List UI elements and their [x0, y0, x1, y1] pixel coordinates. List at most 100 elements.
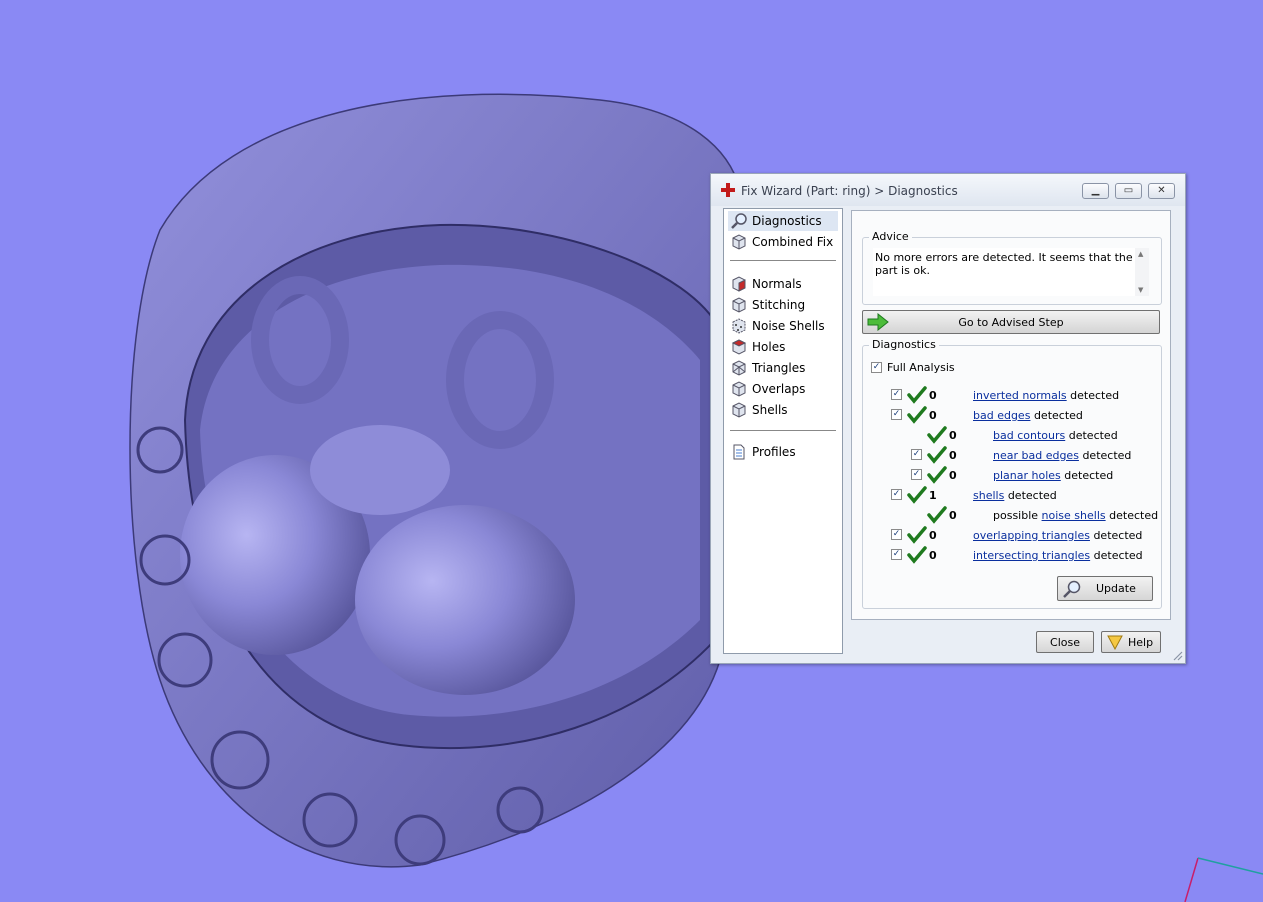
- nav-divider: [730, 260, 836, 261]
- close-icon[interactable]: ✕: [1148, 183, 1175, 199]
- nav-item-label: Noise Shells: [752, 319, 825, 333]
- nav-item-triangles[interactable]: Triangles: [728, 358, 838, 378]
- green-check-icon: [907, 546, 927, 564]
- nav-item-label: Triangles: [752, 361, 806, 375]
- diagnostic-text: bad contours detected: [993, 429, 1118, 442]
- diagnostic-text: shells detected: [973, 489, 1057, 502]
- diagnostic-suffix: detected: [1070, 389, 1120, 402]
- nav-item-holes[interactable]: Holes: [728, 337, 838, 357]
- ring-model: [129, 93, 741, 868]
- diagnostics-group: Diagnostics ✓ Full Analysis ✓ 0 inverted n…: [862, 338, 1162, 609]
- diagnostic-suffix: detected: [1068, 429, 1118, 442]
- diagnostic-count: 0: [949, 509, 957, 522]
- diagnostic-link[interactable]: bad contours: [993, 429, 1065, 442]
- nav-item-label: Combined Fix: [752, 235, 834, 249]
- nav-item-profiles[interactable]: Profiles: [728, 442, 838, 462]
- go-to-advised-step-label: Go to Advised Step: [958, 316, 1064, 329]
- diagnostic-row: ✓ 0 bad edges detected: [863, 406, 1153, 424]
- nav-item-normals[interactable]: Normals: [728, 274, 838, 294]
- restore-icon[interactable]: ▭: [1115, 183, 1142, 199]
- diagnostic-link[interactable]: noise shells: [1042, 509, 1106, 522]
- advice-textbox[interactable]: No more errors are detected. It seems th…: [873, 248, 1149, 296]
- nav-item-noise-shells[interactable]: Noise Shells: [728, 316, 838, 336]
- diagnostic-checkbox[interactable]: ✓: [891, 549, 902, 560]
- diagnostic-count: 0: [929, 409, 937, 422]
- green-check-icon: [907, 406, 927, 424]
- nav-item-combined-fix[interactable]: Combined Fix: [728, 232, 838, 252]
- nav-item-diagnostics[interactable]: Diagnostics: [728, 211, 838, 231]
- cube-hole-icon: [731, 339, 747, 355]
- diagnostic-checkbox[interactable]: ✓: [911, 449, 922, 460]
- advice-group: Advice No more errors are detected. It s…: [862, 230, 1162, 305]
- update-button[interactable]: Update: [1057, 576, 1153, 601]
- diagnostic-row: ✓ 0 inverted normals detected: [863, 386, 1153, 404]
- update-button-label: Update: [1096, 582, 1136, 595]
- diagnostic-count: 0: [929, 549, 937, 562]
- help-button-label: Help: [1128, 636, 1154, 649]
- nav-item-label: Profiles: [752, 445, 796, 459]
- diagnostic-checkbox[interactable]: ✓: [891, 409, 902, 420]
- diagnostic-checkbox[interactable]: ✓: [891, 389, 902, 400]
- diagnostic-row: ✓ 1 shells detected: [863, 486, 1153, 504]
- diagnostic-link[interactable]: planar holes: [993, 469, 1061, 482]
- diagnostic-count: 0: [949, 449, 957, 462]
- diagnostic-suffix: detected: [1064, 469, 1114, 482]
- diagnostics-group-title: Diagnostics: [869, 338, 939, 351]
- cube-icon: [732, 297, 746, 313]
- cube-icon: [732, 402, 746, 418]
- diagnostic-row: 0 bad contours detected: [863, 426, 1153, 444]
- diagnostic-text: bad edges detected: [973, 409, 1083, 422]
- green-check-icon: [907, 486, 927, 504]
- diagnostic-count: 1: [929, 489, 937, 502]
- diagnostic-count: 0: [949, 469, 957, 482]
- diagnostic-link[interactable]: near bad edges: [993, 449, 1079, 462]
- nav-item-overlaps[interactable]: Overlaps: [728, 379, 838, 399]
- green-check-icon: [907, 386, 927, 404]
- diagnostic-checkbox[interactable]: ✓: [911, 469, 922, 480]
- close-button-label: Close: [1050, 636, 1080, 649]
- document-icon: [733, 444, 745, 460]
- fix-wizard-dialog: Fix Wizard (Part: ring) > Diagnostics ▁ …: [710, 173, 1186, 664]
- dialog-title: Fix Wizard (Part: ring) > Diagnostics: [741, 184, 958, 198]
- diagnostic-suffix: detected: [1082, 449, 1132, 462]
- full-analysis-row: ✓ Full Analysis: [871, 360, 1071, 378]
- diagnostic-checkbox[interactable]: ✓: [891, 529, 902, 540]
- nav-item-stitching[interactable]: Stitching: [728, 295, 838, 315]
- diagnostic-link[interactable]: overlapping triangles: [973, 529, 1090, 542]
- dotted-cube-icon: [732, 318, 746, 334]
- help-button[interactable]: Help: [1101, 631, 1161, 653]
- title-bar[interactable]: Fix Wizard (Part: ring) > Diagnostics ▁ …: [711, 174, 1185, 206]
- resize-grip-icon[interactable]: [1171, 649, 1183, 661]
- nav-item-shells[interactable]: Shells: [728, 400, 838, 420]
- nav-item-label: Stitching: [752, 298, 806, 312]
- advice-group-title: Advice: [869, 230, 912, 243]
- magnifier-icon: [1063, 580, 1081, 598]
- diagnostic-text: planar holes detected: [993, 469, 1113, 482]
- advice-scrollbar[interactable]: ▲ ▼: [1135, 248, 1149, 296]
- nav-item-label: Normals: [752, 277, 802, 291]
- diagnostic-link[interactable]: shells: [973, 489, 1004, 502]
- nav-item-label: Holes: [752, 340, 786, 354]
- scroll-up-icon[interactable]: ▲: [1138, 250, 1143, 258]
- go-to-advised-step-button[interactable]: Go to Advised Step: [862, 310, 1160, 334]
- cube-icon: [732, 381, 746, 397]
- close-button[interactable]: Close: [1036, 631, 1094, 653]
- diagnostic-text: overlapping triangles detected: [973, 529, 1142, 542]
- full-analysis-checkbox[interactable]: ✓: [871, 362, 882, 373]
- diagnostic-checkbox[interactable]: ✓: [891, 489, 902, 500]
- green-check-icon: [907, 526, 927, 544]
- green-check-icon: [927, 466, 947, 484]
- nav-divider: [730, 430, 836, 431]
- diagnostic-count: 0: [929, 529, 937, 542]
- diagnostic-link[interactable]: bad edges: [973, 409, 1030, 422]
- diagnostic-suffix: detected: [1007, 489, 1057, 502]
- diagnostic-row: ✓ 0 overlapping triangles detected: [863, 526, 1153, 544]
- minimize-icon[interactable]: ▁: [1082, 183, 1109, 199]
- diagnostic-link[interactable]: intersecting triangles: [973, 549, 1090, 562]
- diagnostics-panel: Advice No more errors are detected. It s…: [851, 210, 1171, 620]
- help-triangle-icon: [1107, 635, 1123, 650]
- diagnostic-row: 0 possible noise shells detected: [863, 506, 1158, 524]
- scroll-down-icon[interactable]: ▼: [1138, 286, 1143, 294]
- diagnostic-count: 0: [929, 389, 937, 402]
- diagnostic-link[interactable]: inverted normals: [973, 389, 1067, 402]
